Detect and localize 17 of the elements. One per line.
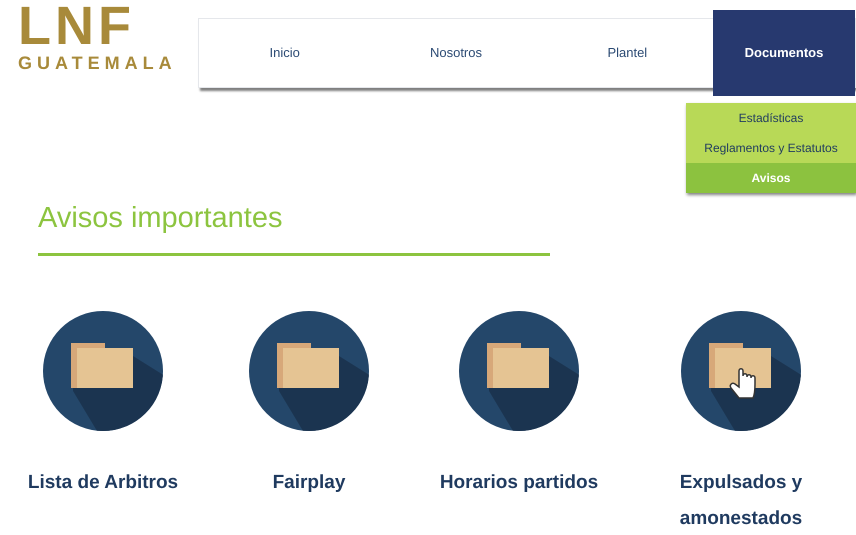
nav-tab[interactable]: Inicio xyxy=(199,19,370,87)
folder-icon-with-hand-cursor[interactable] xyxy=(681,311,801,431)
nav-tab[interactable]: Plantel xyxy=(542,19,713,87)
folder-icon[interactable] xyxy=(249,311,369,431)
folder-icon[interactable] xyxy=(43,311,163,431)
document-link[interactable]: Fairplay xyxy=(224,465,394,501)
section-heading: Avisos importantes xyxy=(38,201,284,236)
document-link[interactable]: Expulsados y amonestados xyxy=(656,465,826,535)
dropdown-item[interactable]: Estadísticas xyxy=(686,103,856,133)
nav-tab[interactable]: Nosotros xyxy=(370,19,542,87)
document-link[interactable]: Lista de Arbitros xyxy=(18,465,188,501)
dropdown-item[interactable]: Reglamentos y Estatutos xyxy=(686,133,856,163)
folder-icon[interactable] xyxy=(459,311,579,431)
logo-mark: LNF xyxy=(18,0,135,52)
document-link[interactable]: Horarios partidos xyxy=(434,465,604,501)
nav-tab[interactable]: Documentos xyxy=(712,10,855,96)
logo-subtitle: GUATEMALA xyxy=(18,52,177,74)
